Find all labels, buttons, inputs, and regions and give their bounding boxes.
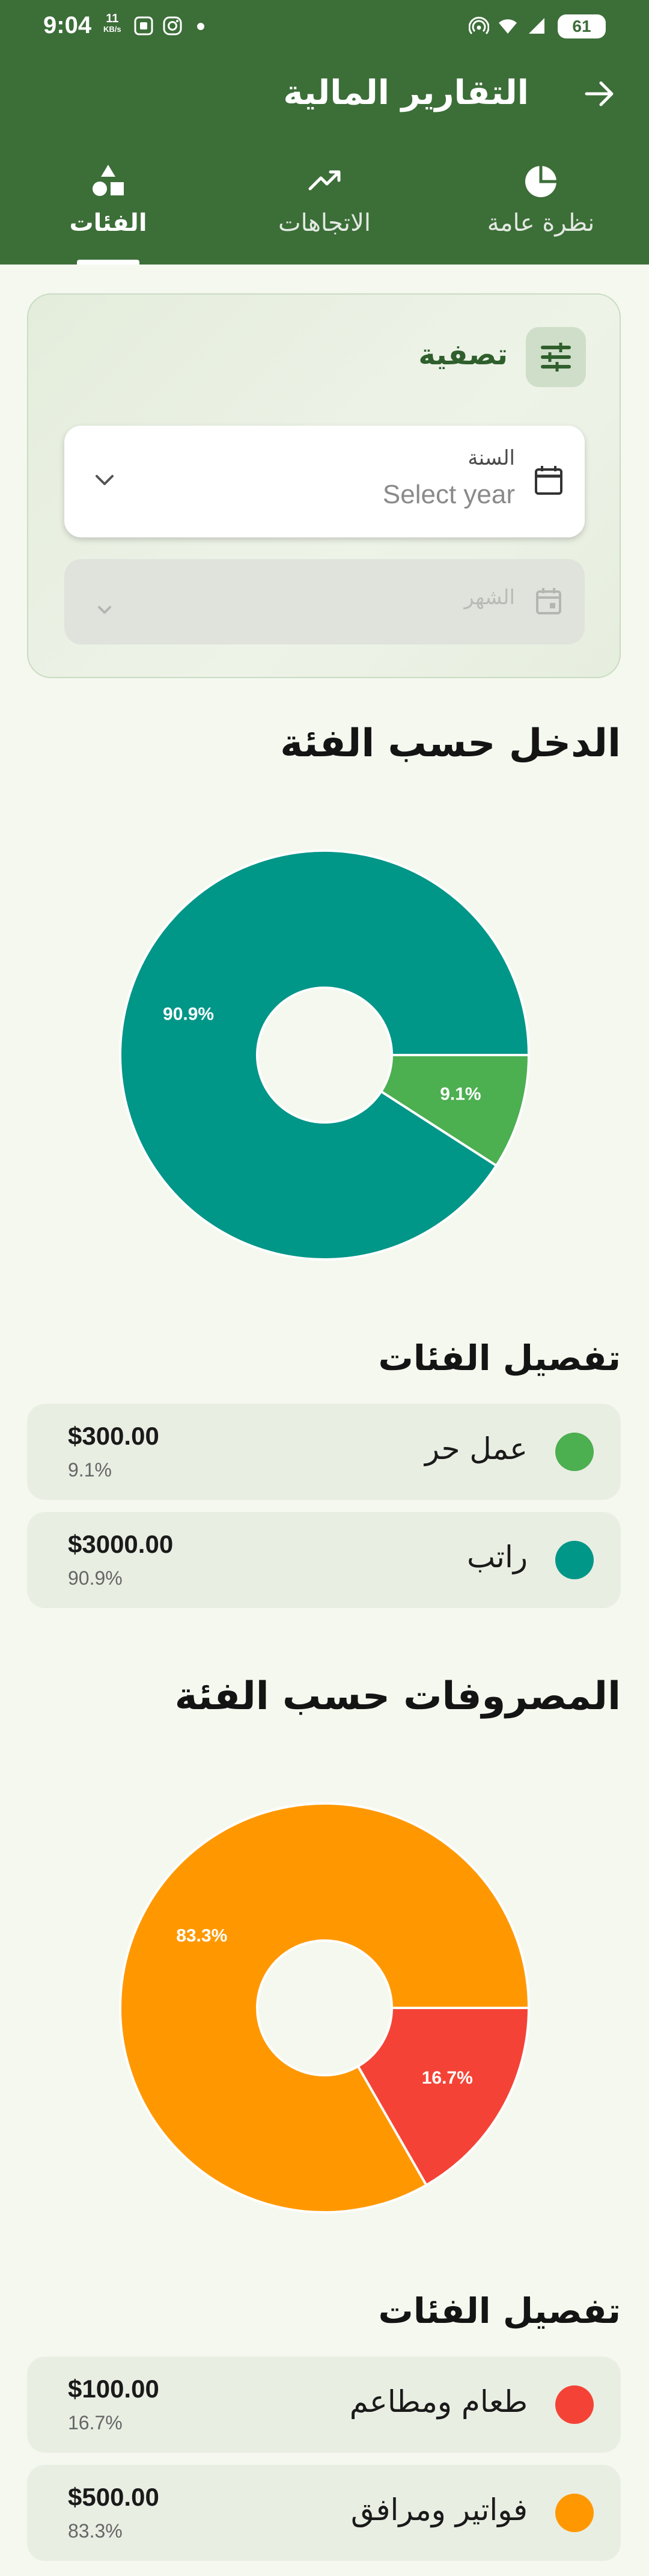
expense-category-row[interactable]: $500.00 83.3% فواتير ومرافق xyxy=(27,2465,621,2561)
filter-settings-button[interactable] xyxy=(526,327,586,387)
category-color-swatch xyxy=(555,1433,594,1471)
category-amount: $300.00 xyxy=(68,1422,159,1450)
category-name: طعام ومطاعم xyxy=(349,2384,528,2419)
tab-trends[interactable]: الاتجاهات xyxy=(216,162,433,265)
category-percent: 16.7% xyxy=(68,2412,123,2434)
signal-icon xyxy=(529,18,544,34)
network-speed-unit: KB/s xyxy=(103,25,121,34)
trending-icon xyxy=(308,170,341,191)
pie-chart-icon xyxy=(525,166,556,197)
filter-header: تصفية xyxy=(382,327,586,387)
category-percent: 9.1% xyxy=(68,1459,112,1481)
tab-overview[interactable]: نظرة عامة xyxy=(433,162,649,265)
active-tab-indicator xyxy=(77,260,139,265)
category-percent: 90.9% xyxy=(68,1567,123,1589)
tab-bar: نظرة عامة الاتجاهات الفئات xyxy=(0,150,649,265)
app-bar: التقارير المالية xyxy=(0,60,649,126)
year-field-label: السنة xyxy=(468,446,515,470)
category-percent: 83.3% xyxy=(68,2520,123,2542)
chevron-down-icon xyxy=(98,606,111,614)
income-category-row[interactable]: $3000.00 90.9% راتب xyxy=(27,1512,621,1608)
filter-card: تصفية السنة Select year الشهر xyxy=(27,293,621,678)
expenses-section-title: المصروفات حسب الفئة xyxy=(174,1674,621,1719)
battery-level: 61 xyxy=(572,17,591,35)
screen-record-icon xyxy=(134,16,153,35)
donut-slice xyxy=(119,849,531,1261)
slice-percent-label: 9.1% xyxy=(440,1084,481,1104)
category-color-swatch xyxy=(555,2494,594,2532)
category-color-swatch xyxy=(555,2385,594,2424)
month-select[interactable]: الشهر xyxy=(64,559,585,644)
income-donut-chart: 9.1% 90.9% xyxy=(119,849,531,1261)
year-select[interactable]: السنة Select year xyxy=(64,426,585,537)
category-amount: $3000.00 xyxy=(68,1530,174,1558)
expenses-donut-chart: 16.7% 83.3% xyxy=(119,1802,531,2213)
income-breakdown-title: تفصيل الفئات xyxy=(378,1338,621,1378)
back-arrow-icon[interactable] xyxy=(582,76,618,112)
tune-icon xyxy=(541,343,571,372)
top-app-bar: 9:04 11 KB/s 61 التقارير المالية نظرة عا… xyxy=(0,0,649,265)
tab-categories[interactable]: الفئات xyxy=(0,162,216,265)
hotspot-icon xyxy=(469,16,489,34)
year-field-placeholder: Select year xyxy=(382,480,515,509)
month-field-label: الشهر xyxy=(464,586,515,610)
tab-overview-label: نظرة عامة xyxy=(487,209,595,237)
status-time: 9:04 xyxy=(43,12,92,38)
category-amount: $500.00 xyxy=(68,2483,159,2511)
expense-category-row[interactable]: $100.00 16.7% طعام ومطاعم xyxy=(27,2357,621,2453)
category-name: راتب xyxy=(466,1540,528,1574)
status-bar: 9:04 11 KB/s 61 xyxy=(0,0,649,54)
network-speed: 11 KB/s xyxy=(103,13,121,35)
slice-percent-label: 90.9% xyxy=(163,1004,214,1024)
filter-title: تصفية xyxy=(418,338,508,372)
income-category-row[interactable]: $300.00 9.1% عمل حر xyxy=(27,1404,621,1500)
slice-percent-label: 83.3% xyxy=(176,1926,227,1946)
slice-percent-label: 16.7% xyxy=(422,2068,473,2088)
battery-indicator: 61 xyxy=(558,14,606,38)
category-name: عمل حر xyxy=(425,1431,528,1466)
category-name: فواتير ومرافق xyxy=(350,2492,528,2527)
tab-trends-label: الاتجاهات xyxy=(278,209,371,237)
chevron-down-icon xyxy=(96,475,114,485)
calendar-icon xyxy=(535,466,562,495)
page-title: التقارير المالية xyxy=(283,73,529,112)
wifi-icon xyxy=(499,19,517,34)
income-section-title: الدخل حسب الفئة xyxy=(280,721,621,766)
event-calendar-icon xyxy=(536,588,561,614)
expenses-breakdown-title: تفصيل الفئات xyxy=(378,2290,621,2331)
category-color-swatch xyxy=(555,1541,594,1579)
network-speed-value: 11 xyxy=(106,12,119,25)
notification-dot-icon xyxy=(197,23,204,30)
category-shapes-icon xyxy=(93,165,124,196)
category-amount: $100.00 xyxy=(68,2375,159,2403)
instagram-icon xyxy=(163,16,182,35)
tab-categories-label: الفئات xyxy=(69,209,147,237)
